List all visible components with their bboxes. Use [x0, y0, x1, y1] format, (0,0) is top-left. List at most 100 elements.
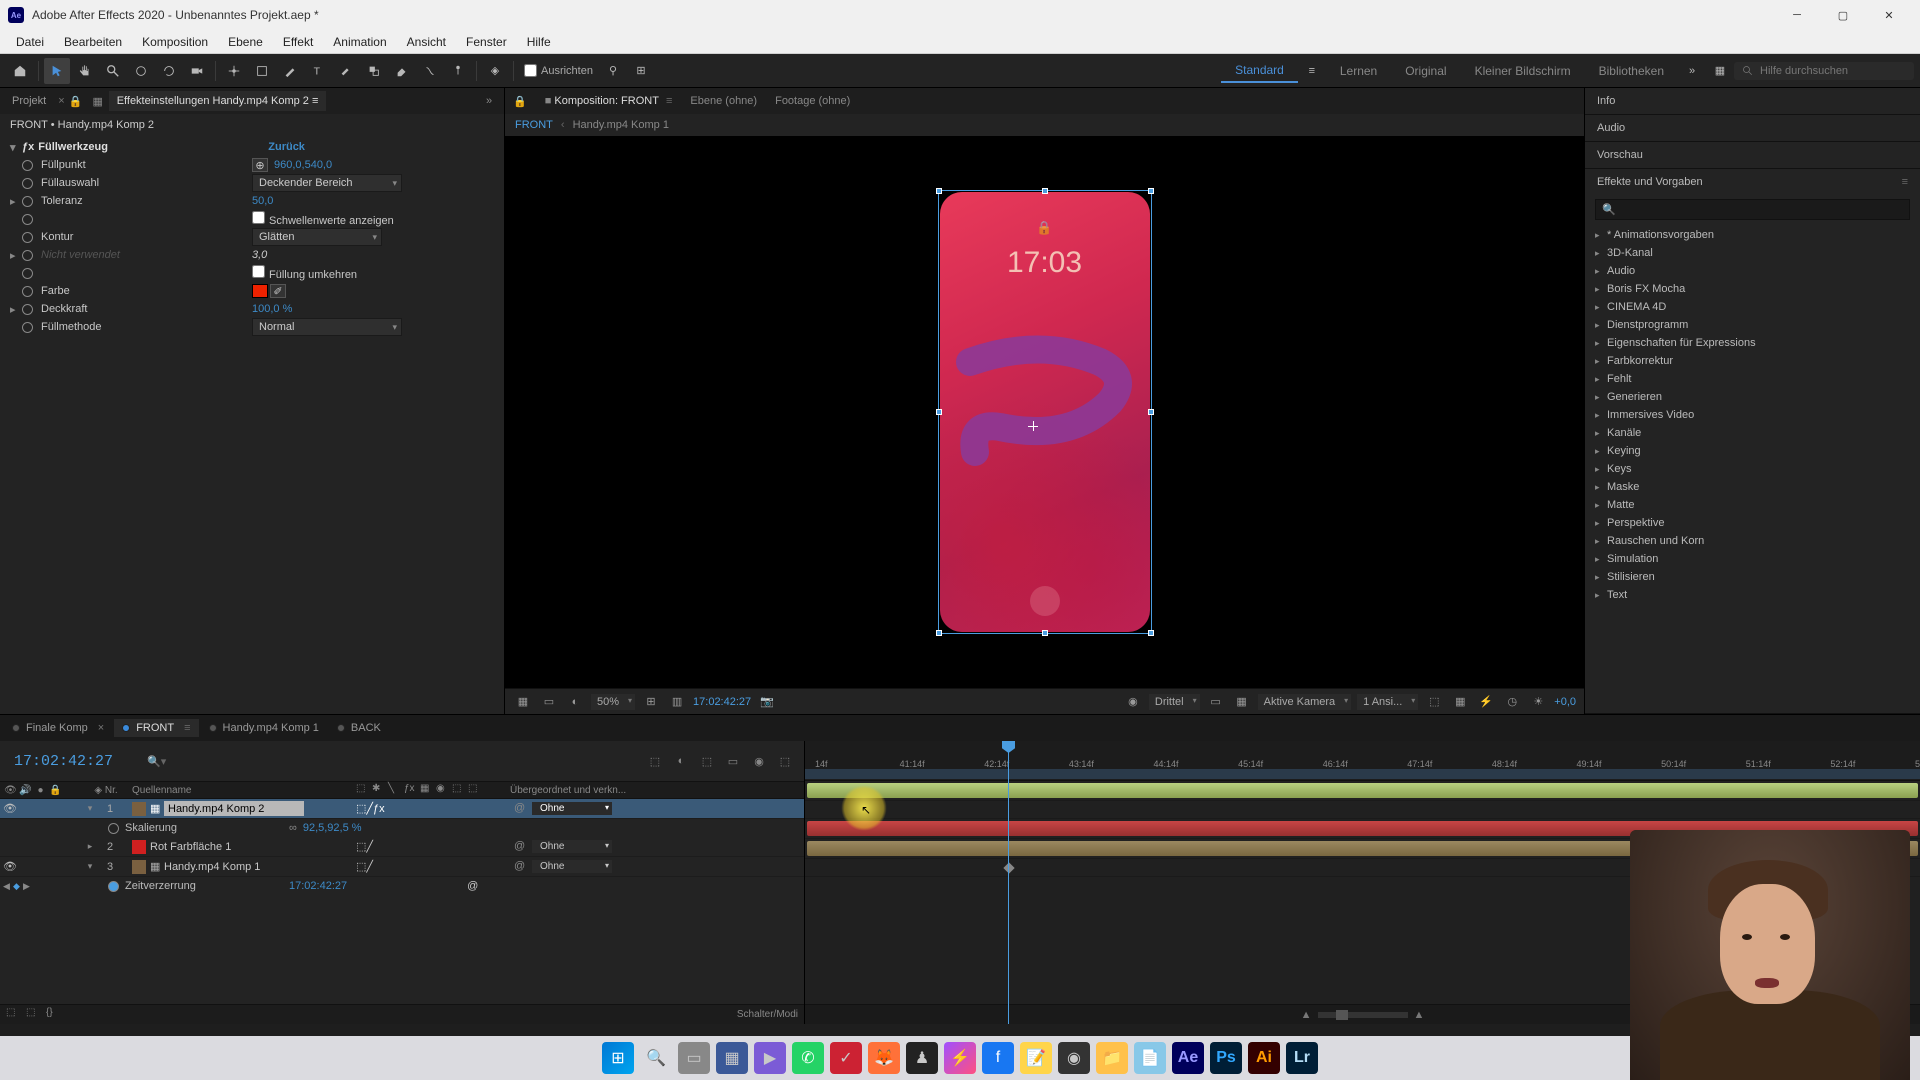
snap-grid-icon[interactable]: ⊞ [628, 58, 654, 84]
layer-row[interactable]: 👁 ▾1 ▦Handy.mp4 Komp 2 ⬚╱ƒx @Ohne [0, 799, 804, 819]
taskbar-ps-icon[interactable]: Ps [1210, 1042, 1242, 1074]
effects-panel-header[interactable]: Effekte und Vorgaben≡ [1585, 169, 1920, 195]
effect-category[interactable]: ▸Kanäle [1585, 424, 1920, 442]
flow-front[interactable]: FRONT [515, 119, 553, 131]
switches-modes-toggle[interactable]: Schalter/Modi [737, 1009, 798, 1020]
work-area[interactable] [805, 769, 1920, 779]
taskbar-video-icon[interactable]: ▶ [754, 1042, 786, 1074]
time-ruler[interactable]: 14f41:14f42:14f43:14f44:14f45:14f46:14f4… [805, 741, 1920, 781]
workspace-original[interactable]: Original [1391, 60, 1460, 82]
stopwatch-icon[interactable] [22, 196, 33, 207]
effect-category[interactable]: ▸Farbkorrektur [1585, 352, 1920, 370]
effect-category[interactable]: ▸Simulation [1585, 550, 1920, 568]
stopwatch-icon[interactable] [22, 232, 33, 243]
layer-twirl-icon[interactable]: ▾ [84, 861, 96, 872]
timeline-tab[interactable]: Finale Komp× [4, 719, 112, 737]
workspace-lernen[interactable]: Lernen [1326, 60, 1391, 82]
zoom-out-icon[interactable]: ▲ [1301, 1009, 1312, 1021]
fullpunkt-value[interactable]: 960,0,540,0 [274, 159, 332, 171]
stopwatch-icon[interactable] [22, 286, 33, 297]
panel-menu-icon[interactable]: ≡ [1902, 176, 1908, 188]
effect-category[interactable]: ▸Generieren [1585, 388, 1920, 406]
stopwatch-icon[interactable] [22, 322, 33, 333]
taskbar-app-icon[interactable]: ✓ [830, 1042, 862, 1074]
tab-close-icon[interactable]: × [58, 95, 64, 107]
close-button[interactable]: ✕ [1866, 0, 1912, 30]
parent-dropdown[interactable]: Ohne [532, 840, 612, 853]
fullauswahl-dropdown[interactable]: Deckender Bereich [252, 174, 402, 192]
prop-twirl-icon[interactable]: ▸ [10, 249, 22, 262]
col-parent[interactable]: Übergeordnet und verkn... [506, 785, 804, 796]
kf-add-icon[interactable]: ◆ [12, 881, 21, 892]
timeline-search-icon[interactable]: 🔍▾ [147, 755, 166, 768]
clone-tool-icon[interactable] [361, 58, 387, 84]
panel-fx-icon[interactable]: ▦ [89, 92, 107, 110]
camera-dropdown[interactable]: Aktive Kamera [1258, 694, 1352, 710]
eye-icon[interactable]: 👁 [4, 861, 16, 873]
handle-bl[interactable] [936, 630, 942, 636]
anchor-point-icon[interactable] [1028, 421, 1038, 431]
effect-category[interactable]: ▸Matte [1585, 496, 1920, 514]
kf-next-icon[interactable]: ▶ [22, 881, 31, 892]
tl-btn-5[interactable]: ◉ [750, 752, 768, 770]
effect-category[interactable]: ▸Stilisieren [1585, 568, 1920, 586]
crosshair-icon[interactable]: ⊕ [252, 158, 268, 172]
col-solo-icon[interactable]: ● [34, 784, 47, 797]
pickwhip-icon[interactable]: @ [514, 840, 528, 854]
effect-category[interactable]: ▸Keying [1585, 442, 1920, 460]
roto-tool-icon[interactable] [417, 58, 443, 84]
effect-category[interactable]: ▸Rauschen und Korn [1585, 532, 1920, 550]
alpha-icon[interactable]: ▦ [513, 692, 533, 712]
fx-enable-icon[interactable]: ƒx [22, 141, 34, 153]
effect-reset[interactable]: Zurück [268, 141, 305, 153]
effect-category[interactable]: ▸Perspektive [1585, 514, 1920, 532]
preview-panel-header[interactable]: Vorschau [1585, 142, 1920, 168]
zoom-in-icon[interactable]: ▲ [1414, 1009, 1425, 1021]
tl-btn-2[interactable]: ◐ [672, 752, 690, 770]
effect-category[interactable]: ▸* Animationsvorgaben [1585, 226, 1920, 244]
link-icon[interactable]: ∞ [289, 822, 297, 834]
menu-hilfe[interactable]: Hilfe [517, 32, 561, 52]
menu-effekt[interactable]: Effekt [273, 32, 323, 52]
selection-tool-icon[interactable] [44, 58, 70, 84]
effect-category[interactable]: ▸Fehlt [1585, 370, 1920, 388]
eraser-tool-icon[interactable] [389, 58, 415, 84]
workspace-bibliotheken[interactable]: Bibliotheken [1585, 60, 1678, 82]
menu-datei[interactable]: Datei [6, 32, 54, 52]
comp-lock-icon[interactable]: 🔒 [513, 95, 527, 108]
layer-name[interactable]: Handy.mp4 Komp 2 [164, 801, 304, 816]
audio-panel-header[interactable]: Audio [1585, 115, 1920, 141]
fast-preview-icon[interactable]: ⚡ [1476, 692, 1496, 712]
stopwatch-icon[interactable] [22, 178, 33, 189]
rotate-tool-icon[interactable] [156, 58, 182, 84]
home-icon[interactable] [7, 58, 33, 84]
info-panel-header[interactable]: Info [1585, 88, 1920, 114]
taskbar-notes-icon[interactable]: 📝 [1020, 1042, 1052, 1074]
taskbar-firefox-icon[interactable]: 🦊 [868, 1042, 900, 1074]
effect-category[interactable]: ▸Keys [1585, 460, 1920, 478]
menu-ebene[interactable]: Ebene [218, 32, 273, 52]
grid-icon[interactable]: ⊞ [641, 692, 661, 712]
resolution-dropdown[interactable]: Drittel [1149, 694, 1200, 710]
viewport[interactable]: 🔒 17:03 [505, 136, 1584, 688]
tl-foot-2[interactable]: ⬚ [26, 1007, 42, 1023]
tl-btn-6[interactable]: ⬚ [776, 752, 794, 770]
handle-mr[interactable] [1148, 409, 1154, 415]
taskbar-obs-icon[interactable]: ◉ [1058, 1042, 1090, 1074]
effect-category[interactable]: ▸Maske [1585, 478, 1920, 496]
tab-effect-controls[interactable]: Effekteinstellungen Handy.mp4 Komp 2 ≡ [109, 91, 327, 111]
hand-tool-icon[interactable] [72, 58, 98, 84]
exposure-value[interactable]: +0,0 [1554, 696, 1576, 708]
effects-search[interactable]: 🔍 [1595, 199, 1910, 220]
eyedropper-icon[interactable]: ✐ [270, 284, 286, 298]
tl-foot-3[interactable]: {} [46, 1007, 62, 1023]
stopwatch-icon[interactable] [22, 250, 33, 261]
mocha-icon[interactable]: ◈ [482, 58, 508, 84]
taskbar-app-icon[interactable]: ♟ [906, 1042, 938, 1074]
stopwatch-icon[interactable] [108, 881, 119, 892]
maximize-button[interactable]: ▢ [1820, 0, 1866, 30]
fullmethode-dropdown[interactable]: Normal [252, 318, 402, 336]
parent-dropdown[interactable]: Ohne [532, 802, 612, 815]
tl-foot-1[interactable]: ⬚ [6, 1007, 22, 1023]
effect-twirl-icon[interactable]: ▾ [10, 141, 22, 154]
